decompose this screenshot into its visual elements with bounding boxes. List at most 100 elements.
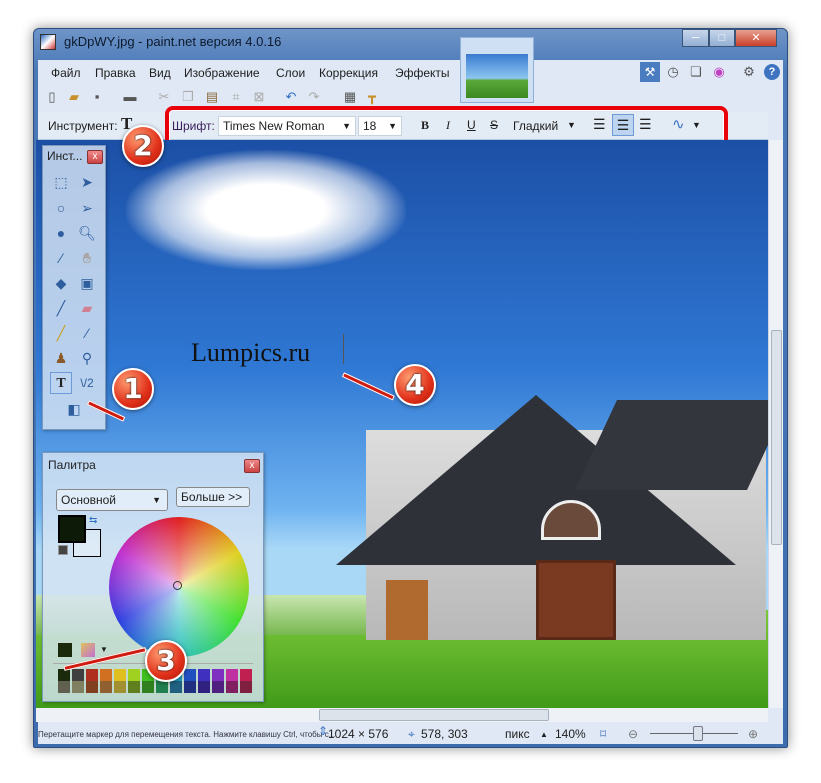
deselect-icon[interactable]: ⊠	[251, 89, 267, 105]
zoom-out-icon[interactable]: ⊖	[628, 727, 638, 741]
palette-swatch[interactable]	[198, 669, 210, 681]
palette-swatch[interactable]	[100, 681, 112, 693]
reset-colors-icon[interactable]	[58, 545, 68, 555]
palette-swatch[interactable]	[156, 681, 168, 693]
palette-swatch[interactable]	[128, 669, 140, 681]
fit-window-icon[interactable]: ⌑	[600, 727, 606, 741]
grid-icon[interactable]: ▦	[342, 89, 358, 105]
eraser-icon[interactable]: ▰	[76, 297, 98, 319]
palette-menu-dropdown-icon[interactable]: ▼	[100, 645, 108, 654]
color-wheel[interactable]	[109, 517, 249, 657]
callout-3: 3	[145, 640, 187, 682]
colors-icon[interactable]: ◉	[711, 64, 727, 80]
palette-swatch[interactable]	[128, 681, 140, 693]
zoom-slider-thumb[interactable]	[693, 726, 703, 741]
save-icon[interactable]: ▪	[89, 89, 105, 105]
palette-close-button[interactable]: x	[244, 459, 260, 473]
paintbrush-icon[interactable]: ╱	[50, 297, 72, 319]
zoom-icon[interactable]: 🔍︎	[76, 222, 98, 244]
settings-icon[interactable]: ⚙	[741, 64, 757, 80]
palette-swatch[interactable]	[212, 669, 224, 681]
copy-icon[interactable]: ❐	[180, 89, 196, 105]
menu-view[interactable]: Вид	[149, 66, 171, 80]
move-selection-icon[interactable]: ➢	[76, 197, 98, 219]
add-to-palette-icon[interactable]	[58, 643, 72, 657]
palette-swatch[interactable]	[86, 681, 98, 693]
palette-swatch[interactable]	[114, 669, 126, 681]
menu-edit[interactable]: Правка	[95, 66, 136, 80]
recolor-icon[interactable]: ⚲	[76, 347, 98, 369]
palette-menu-icon[interactable]	[81, 643, 95, 657]
help-icon[interactable]: ?	[764, 64, 780, 80]
palette-mode-select[interactable]: Основной ▼	[56, 489, 168, 511]
crop-icon[interactable]: ⌗	[228, 89, 244, 105]
palette-swatch[interactable]	[72, 681, 84, 693]
text-tool-button[interactable]: T	[50, 372, 72, 394]
palette-swatch[interactable]	[72, 669, 84, 681]
close-button[interactable]: ✕	[735, 29, 777, 47]
canvas-text[interactable]: Lumpics.ru	[191, 338, 310, 368]
rectangle-select-icon[interactable]: ⬚	[50, 171, 72, 193]
more-button[interactable]: Больше >>	[176, 487, 250, 507]
palette-swatch[interactable]	[198, 681, 210, 693]
vertical-scroll-thumb[interactable]	[771, 330, 782, 545]
menu-image[interactable]: Изображение	[184, 66, 260, 80]
cut-icon[interactable]: ✂	[156, 89, 172, 105]
ruler-icon[interactable]: ┳	[364, 89, 380, 105]
primary-color-swatch[interactable]	[58, 515, 86, 543]
shapes-icon[interactable]: ◧	[61, 398, 87, 420]
palette-swatch[interactable]	[58, 681, 70, 693]
move-selected-icon[interactable]: ➤	[76, 171, 98, 193]
print-icon[interactable]: ▬	[122, 89, 138, 105]
horizontal-scroll-thumb[interactable]	[319, 709, 549, 721]
pencil-icon[interactable]: ╱	[50, 322, 72, 344]
palette-swatch[interactable]	[170, 681, 182, 693]
redo-icon[interactable]: ↷	[306, 89, 322, 105]
units-select[interactable]: пикс	[505, 727, 530, 741]
magic-wand-icon[interactable]: ⁄	[50, 247, 72, 269]
tools-panel: Инст... x ⬚ ➤ ○ ➢ ● 🔍︎ ⁄ ✋︎ ◆ ▣ ╱ ▰ ╱ ⁄ …	[42, 145, 106, 430]
horizontal-scrollbar[interactable]	[36, 708, 768, 722]
line-curve-icon[interactable]: \/2	[76, 372, 98, 394]
lasso-select-icon[interactable]: ○	[50, 197, 72, 219]
paste-icon[interactable]: ▤	[204, 89, 220, 105]
minimize-button[interactable]: ─	[682, 29, 709, 47]
vertical-scrollbar[interactable]	[768, 140, 783, 708]
palette-swatch[interactable]	[184, 681, 196, 693]
gradient-icon[interactable]: ▣	[76, 272, 98, 294]
palette-swatch[interactable]	[212, 681, 224, 693]
pan-icon[interactable]: ✋︎	[76, 247, 98, 269]
swap-colors-icon[interactable]: ⇆	[89, 515, 97, 526]
menu-effects[interactable]: Эффекты	[395, 66, 450, 80]
palette-swatch[interactable]	[184, 669, 196, 681]
palette-swatch[interactable]	[114, 681, 126, 693]
color-wheel-marker[interactable]	[173, 581, 182, 590]
palette-swatch[interactable]	[240, 669, 252, 681]
window-title: gkDpWY.jpg - paint.net версия 4.0.16	[64, 34, 282, 49]
layers-icon[interactable]: ❏	[688, 64, 704, 80]
zoom-level[interactable]: 140%	[555, 727, 586, 741]
paint-bucket-icon[interactable]: ◆	[50, 272, 72, 294]
menu-layers[interactable]: Слои	[276, 66, 305, 80]
image-tab[interactable]	[460, 37, 534, 103]
open-icon[interactable]: ▰	[66, 89, 82, 105]
menu-adjustments[interactable]: Коррекция	[319, 66, 378, 80]
undo-icon[interactable]: ↶	[283, 89, 299, 105]
color-picker-icon[interactable]: ⁄	[76, 322, 98, 344]
tools-panel-close-button[interactable]: x	[87, 150, 103, 164]
history-icon[interactable]: ◷	[665, 64, 681, 80]
maximize-button[interactable]: □	[709, 29, 735, 47]
clone-stamp-icon[interactable]: ♟	[50, 347, 72, 369]
palette-swatch[interactable]	[226, 669, 238, 681]
palette-swatch[interactable]	[86, 669, 98, 681]
new-icon[interactable]: ▯	[44, 89, 60, 105]
zoom-in-icon[interactable]: ⊕	[748, 727, 758, 741]
tools-icon[interactable]: ⚒	[640, 62, 660, 82]
palette-swatch[interactable]	[100, 669, 112, 681]
ellipse-select-icon[interactable]: ●	[50, 222, 72, 244]
palette-swatch[interactable]	[226, 681, 238, 693]
palette-swatch[interactable]	[240, 681, 252, 693]
menu-file[interactable]: Файл	[51, 66, 81, 80]
palette-swatch[interactable]	[142, 681, 154, 693]
units-dropdown-icon[interactable]: ▲	[540, 730, 548, 739]
